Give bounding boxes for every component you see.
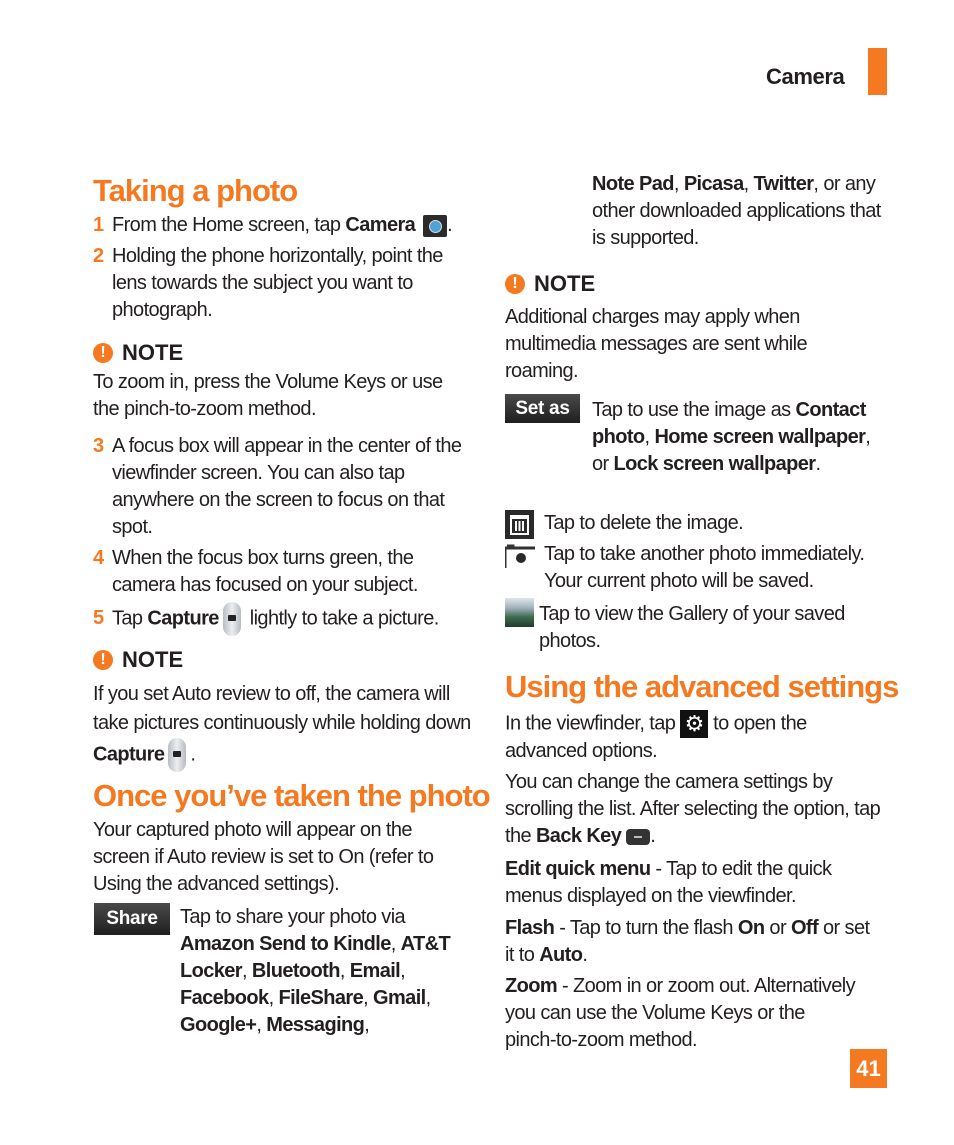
gallery-description: Tap to view the Gallery of your saved ph… (539, 603, 845, 652)
step-1: 1 From the Home screen, tap Camera . (93, 212, 473, 239)
step-number: 2 (93, 245, 104, 267)
share-description: Tap to share your photo via Amazon Send … (180, 906, 451, 1036)
setting-zoom: Zoom - Zoom in or zoom out. Alternativel… (505, 975, 856, 1051)
setting-edit-quick-menu: Edit quick menu - Tap to edit the quick … (505, 858, 832, 907)
set-as-button[interactable]: Set as (505, 394, 580, 423)
page-number: 41 (850, 1049, 887, 1088)
step-2: 2 Holding the phone horizontally, point … (93, 245, 443, 321)
heading-advanced-settings: Using the advanced settings (505, 669, 899, 704)
set-as-description: Tap to use the image as Contact photo, H… (592, 399, 871, 475)
note-heading: ! NOTE (93, 340, 183, 366)
setting-flash: Flash - Tap to turn the flash On or Off … (505, 917, 870, 966)
camera-description: Tap to take another photo immediately. Y… (544, 543, 865, 592)
advanced-intro: In the viewfinder, tap ⚙ to open the adv… (505, 710, 807, 762)
share-description-continued: Note Pad, Picasa, Twitter, or any other … (592, 173, 881, 249)
step-5: 5 Tap Capture lightly to take a picture. (93, 602, 493, 636)
warning-icon: ! (93, 650, 113, 670)
warning-icon: ! (93, 343, 113, 363)
capture-button-icon (222, 602, 241, 636)
trash-icon[interactable] (505, 510, 534, 539)
note-text: To zoom in, press the Volume Keys or use… (93, 371, 443, 420)
share-button[interactable]: Share (94, 903, 170, 935)
note-text: Additional charges may apply when multim… (505, 306, 808, 382)
section-header: Camera (766, 64, 845, 89)
note-heading: ! NOTE (93, 647, 183, 673)
intro-text: Your captured photo will appear on the s… (93, 819, 434, 895)
step-4: 4 When the focus box turns green, the ca… (93, 547, 418, 596)
step-3: 3 A focus box will appear in the center … (93, 435, 462, 538)
camera-icon[interactable] (503, 544, 535, 568)
section-tab-marker (868, 48, 887, 95)
step-number: 1 (93, 214, 104, 236)
gallery-thumbnail-icon[interactable] (505, 598, 534, 627)
heading-taking-a-photo: Taking a photo (93, 173, 298, 208)
back-key-icon (626, 828, 651, 845)
note-heading: ! NOTE (505, 271, 595, 297)
note-text: If you set Auto review to off, the camer… (93, 680, 473, 772)
capture-button-icon (168, 738, 187, 772)
step-number: 4 (93, 547, 104, 569)
camera-app-icon (423, 214, 448, 237)
step-number: 5 (93, 607, 104, 630)
advanced-paragraph: You can change the camera settings by sc… (505, 771, 881, 847)
settings-gear-icon: ⚙ (680, 710, 709, 738)
delete-description: Tap to delete the image. (544, 512, 744, 534)
heading-once-taken: Once you’ve taken the photo (93, 778, 491, 813)
step-number: 3 (93, 435, 104, 457)
warning-icon: ! (505, 274, 525, 294)
